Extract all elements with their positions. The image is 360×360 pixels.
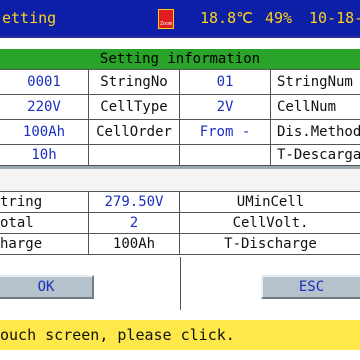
cell-volt-label: CellVolt.	[179, 212, 360, 234]
t-discharge-label: T-Discharge	[179, 233, 360, 255]
bottom-margin	[0, 350, 360, 360]
settings-table: 0001 StringNo 01 StringNum 220V CellType…	[0, 69, 360, 166]
table-row: harge 100Ah T-Discharge	[0, 233, 360, 255]
discharge-label: harge	[0, 233, 89, 255]
table-row: 0001 StringNo 01 StringNum	[0, 69, 360, 95]
capacity-value: 100Ah	[0, 119, 89, 145]
spacer-band	[0, 169, 360, 191]
title-divider	[0, 36, 360, 38]
string-no-value: 0001	[0, 69, 89, 95]
date-readout: 10-18-	[309, 9, 360, 27]
string-no-label: StringNo	[88, 69, 180, 95]
cell-order-value: From -	[179, 119, 271, 145]
battery-icon-label: Zoom	[159, 21, 173, 27]
total-label: otal	[0, 212, 89, 234]
empty-cell	[179, 144, 271, 166]
temperature-readout: 18.8℃	[200, 9, 253, 27]
table-row: 100Ah CellOrder From - Dis.Method	[0, 119, 360, 145]
ok-button[interactable]: OK	[0, 275, 94, 299]
table-row: tring 279.50V UMinCell	[0, 191, 360, 213]
screen-title: etting	[2, 9, 57, 27]
t-descarga-label: T-Descarga	[270, 144, 360, 166]
esc-button[interactable]: ESC	[261, 275, 360, 299]
total-value: 2	[88, 212, 180, 234]
status-gap	[0, 310, 360, 320]
cell-order-label: CellOrder	[88, 119, 180, 145]
dis-method-label: Dis.Method	[270, 119, 360, 145]
string-num-value: 01	[179, 69, 271, 95]
status-bar: ouch screen, please click.	[0, 320, 360, 350]
cell-num-label: CellNum	[270, 94, 360, 120]
cell-type-label: CellType	[88, 94, 180, 120]
section-header: Setting information	[0, 49, 360, 69]
table-row: 10h T-Descarga	[0, 144, 360, 166]
data-table: tring 279.50V UMinCell otal 2 CellVolt. …	[0, 191, 360, 255]
button-separator	[180, 257, 181, 310]
string-voltage-value: 279.50V	[88, 191, 180, 213]
empty-cell	[88, 144, 180, 166]
voltage-value: 220V	[0, 94, 89, 120]
title-bar: etting Zoom 18.8℃ 49% 10-18-	[0, 0, 360, 36]
battery-icon: Zoom	[158, 9, 174, 29]
discharge-value: 100Ah	[88, 233, 180, 255]
table-row: 220V CellType 2V CellNum	[0, 94, 360, 120]
table-row: otal 2 CellVolt.	[0, 212, 360, 234]
duration-value: 10h	[0, 144, 89, 166]
cell-type-value: 2V	[179, 94, 271, 120]
string-num-label: StringNum	[270, 69, 360, 95]
string-label: tring	[0, 191, 89, 213]
umin-cell-label: UMinCell	[179, 191, 360, 213]
percent-readout: 49%	[265, 9, 293, 27]
